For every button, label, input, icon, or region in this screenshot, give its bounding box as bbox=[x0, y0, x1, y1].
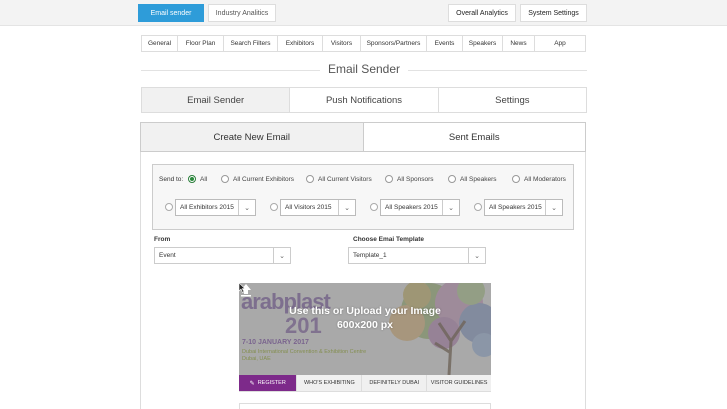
radio-all[interactable]: All bbox=[188, 175, 207, 183]
nav-item-app[interactable]: App bbox=[535, 36, 585, 51]
definitely-dubai-link[interactable]: DEFINITELY DUBAI bbox=[362, 375, 428, 391]
recipient-filter-box bbox=[152, 164, 574, 230]
radio-label: All bbox=[200, 175, 208, 183]
chevron-down-icon[interactable]: ⌄ bbox=[338, 200, 355, 215]
page-title-text: Email Sender bbox=[319, 62, 409, 76]
chevron-down-icon[interactable]: ⌄ bbox=[273, 248, 290, 263]
register-label: REGISTER bbox=[257, 380, 286, 386]
nav-item-general[interactable]: General bbox=[142, 36, 178, 51]
radio-all-current-exhibitors[interactable]: All Current Exhibitors bbox=[221, 175, 294, 183]
template-label: Choose Emai Template bbox=[353, 236, 425, 243]
radio-exhibitors-year[interactable] bbox=[165, 203, 173, 211]
visitors-year-select[interactable]: All Visitors 2015 ⌄ bbox=[280, 199, 356, 216]
from-select[interactable]: Event ⌄ bbox=[154, 247, 291, 264]
select-value: All Speakers 2015 bbox=[489, 204, 542, 211]
visitor-guidelines-link[interactable]: VISITOR GUIDELINES bbox=[427, 375, 491, 391]
register-link[interactable]: ✎ REGISTER bbox=[239, 375, 298, 391]
industry-analitics-button[interactable]: Industry Analitics bbox=[208, 4, 276, 22]
chevron-down-icon[interactable]: ⌄ bbox=[442, 200, 459, 215]
nav-item-news[interactable]: News bbox=[503, 36, 535, 51]
radio-label: All Current Exhibitors bbox=[233, 175, 295, 183]
radio-button[interactable] bbox=[188, 175, 196, 183]
select-value: Event bbox=[159, 252, 176, 259]
radio-button[interactable] bbox=[306, 175, 314, 183]
nav-item-sponsors-partners[interactable]: Sponsors/Partners bbox=[361, 36, 427, 51]
radio-label: All Speakers bbox=[460, 175, 497, 183]
page-title: Email Sender bbox=[141, 62, 587, 76]
radio-speakers-year-2[interactable] bbox=[474, 203, 482, 211]
mouse-cursor-icon bbox=[239, 283, 246, 293]
radio-label: All Sponsors bbox=[397, 175, 434, 183]
nav-item-visitors[interactable]: Visitors bbox=[323, 36, 361, 51]
radio-button[interactable] bbox=[512, 175, 520, 183]
pencil-icon: ✎ bbox=[249, 380, 255, 387]
top-bar: Email sender Industry Analitics Overall … bbox=[0, 0, 727, 26]
radio-button[interactable] bbox=[221, 175, 229, 183]
tab-settings[interactable]: Settings bbox=[439, 88, 586, 112]
main-tabs: Email Sender Push Notifications Settings bbox=[141, 87, 587, 113]
select-value: Template_1 bbox=[353, 252, 387, 259]
system-settings-button[interactable]: System Settings bbox=[520, 4, 587, 22]
radio-label: All Moderators bbox=[524, 175, 566, 183]
tab-sent-emails[interactable]: Sent Emails bbox=[364, 123, 586, 151]
select-value: All Speakers 2015 bbox=[385, 204, 438, 211]
tab-email-sender[interactable]: Email Sender bbox=[142, 88, 291, 112]
chevron-down-icon[interactable]: ⌄ bbox=[545, 200, 562, 215]
tab-push-notifications[interactable]: Push Notifications bbox=[290, 88, 439, 112]
select-value: All Exhibitors 2015 bbox=[180, 204, 234, 211]
upload-size: 600x200 px bbox=[336, 319, 394, 331]
email-tabs: Create New Email Sent Emails bbox=[140, 122, 586, 152]
tab-create-new-email[interactable]: Create New Email bbox=[141, 123, 364, 151]
select-value: All Visitors 2015 bbox=[285, 204, 332, 211]
section-nav: General Floor Plan Search Filters Exhibi… bbox=[141, 35, 586, 52]
nav-item-events[interactable]: Events bbox=[427, 36, 463, 51]
radio-button[interactable] bbox=[448, 175, 456, 183]
email-sender-button[interactable]: Email sender bbox=[138, 4, 204, 22]
radio-all-moderators[interactable]: All Moderators bbox=[512, 175, 566, 183]
radio-speakers-year[interactable] bbox=[370, 203, 378, 211]
email-banner-image[interactable]: arabplast 201 7-10 JANUARY 2017 Dubai In… bbox=[239, 283, 491, 375]
radio-label: All Current Visitors bbox=[318, 175, 372, 183]
send-to-label: Send to: bbox=[159, 176, 184, 183]
speakers-year-select[interactable]: All Speakers 2015 ⌄ bbox=[380, 199, 460, 216]
upload-title: Use this or Upload your Image bbox=[289, 305, 441, 317]
template-select[interactable]: Template_1 ⌄ bbox=[348, 247, 486, 264]
overall-analytics-button[interactable]: Overall Analytics bbox=[448, 4, 516, 22]
radio-all-sponsors[interactable]: All Sponsors bbox=[385, 175, 434, 183]
nav-item-exhibitors[interactable]: Exhibitors bbox=[278, 36, 323, 51]
exhibitors-year-select[interactable]: All Exhibitors 2015 ⌄ bbox=[175, 199, 256, 216]
radio-all-current-visitors[interactable]: All Current Visitors bbox=[306, 175, 372, 183]
nav-item-speakers[interactable]: Speakers bbox=[463, 36, 503, 51]
nav-item-floor-plan[interactable]: Floor Plan bbox=[178, 36, 224, 51]
speakers-year-select-2[interactable]: All Speakers 2015 ⌄ bbox=[484, 199, 563, 216]
chevron-down-icon[interactable]: ⌄ bbox=[238, 200, 255, 215]
from-label: From bbox=[154, 236, 171, 243]
chevron-down-icon[interactable]: ⌄ bbox=[468, 248, 485, 263]
radio-button[interactable] bbox=[385, 175, 393, 183]
nav-item-search-filters[interactable]: Search Filters bbox=[224, 36, 278, 51]
radio-all-speakers[interactable]: All Speakers bbox=[448, 175, 497, 183]
whos-exhibiting-link[interactable]: WHO'S EXHIBITING bbox=[297, 375, 363, 391]
email-body-editor[interactable] bbox=[239, 403, 491, 409]
radio-visitors-year[interactable] bbox=[270, 203, 278, 211]
banner-nav: ✎ REGISTER WHO'S EXHIBITING DEFINITELY D… bbox=[239, 375, 491, 392]
